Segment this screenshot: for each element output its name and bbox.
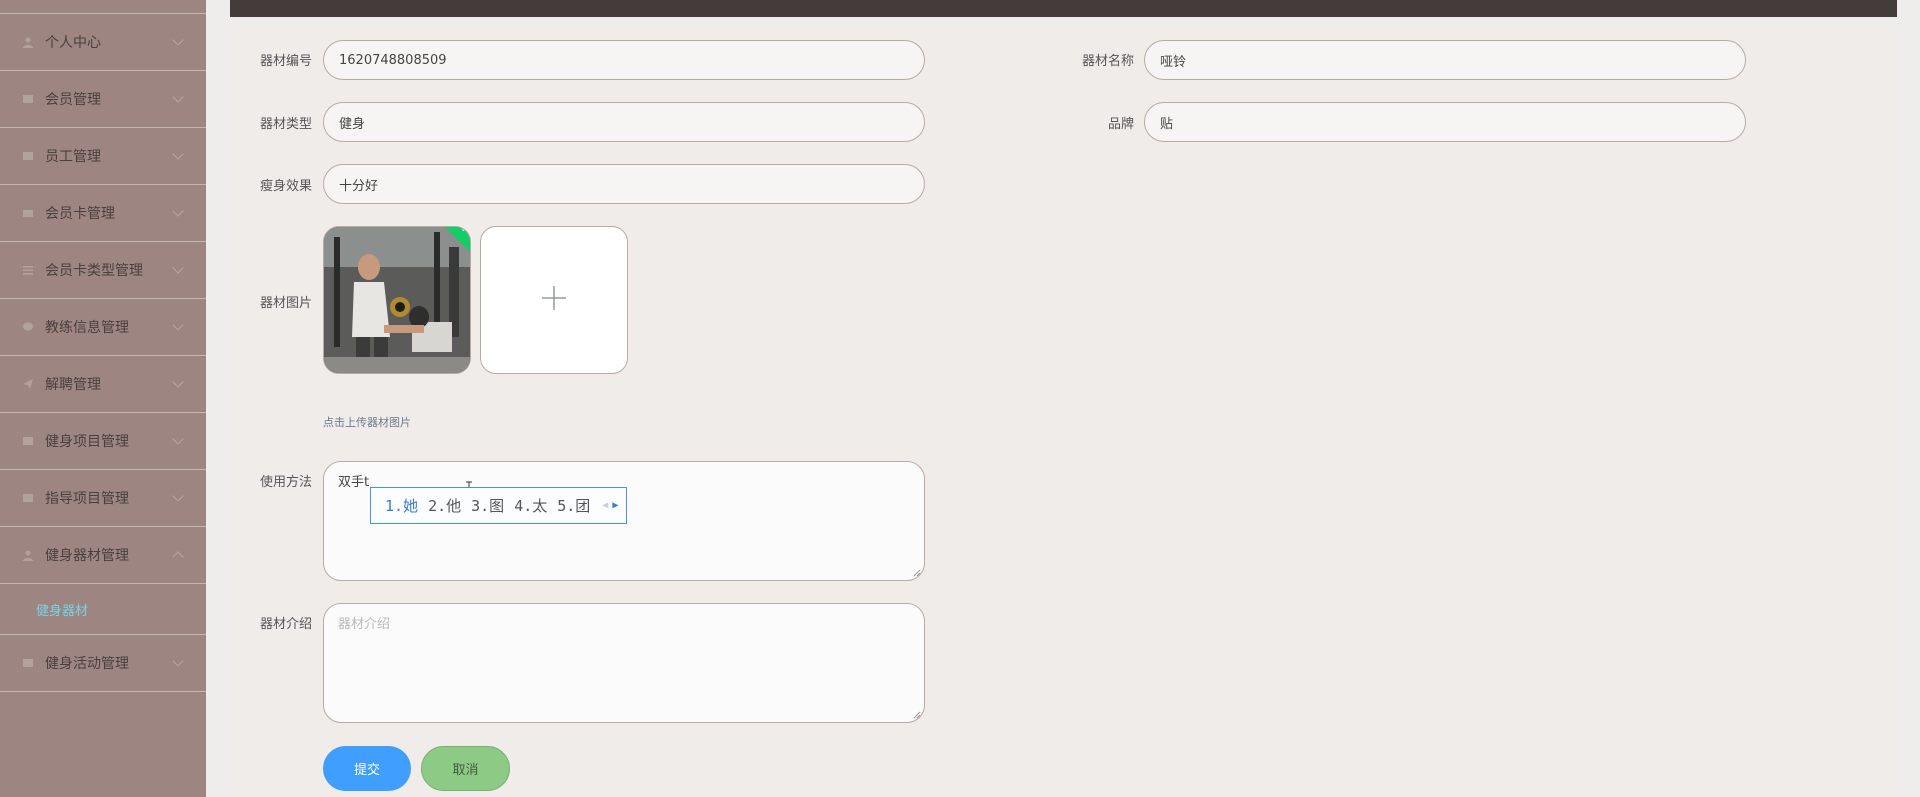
equipment-image-thumbnail[interactable]: ✓ bbox=[323, 226, 471, 374]
card-icon bbox=[22, 207, 34, 219]
intro-placeholder: 器材介绍 bbox=[338, 617, 391, 632]
equipment-name-value: 哑铃 bbox=[1160, 54, 1187, 70]
equipment-no-input[interactable]: 1620748808509 bbox=[323, 40, 925, 80]
sidebar-item-fitness-equipment-management[interactable]: 健身器材管理 bbox=[0, 527, 206, 584]
table-icon bbox=[22, 657, 34, 669]
sidebar-item-label: 会员卡类型管理 bbox=[45, 263, 143, 279]
upload-hint: 点击上传器材图片 bbox=[323, 416, 411, 429]
equipment-name-input[interactable]: 哑铃 bbox=[1144, 40, 1746, 80]
sidebar-item-fitness-activity-management[interactable]: 健身活动管理 bbox=[0, 635, 206, 692]
sidebar-item-label: 健身器材管理 bbox=[45, 548, 129, 564]
gym-photo bbox=[324, 227, 470, 373]
chevron-down-icon bbox=[172, 205, 184, 217]
intro-label: 器材介绍 bbox=[259, 617, 312, 632]
chevron-down-icon bbox=[172, 91, 184, 103]
send-icon bbox=[22, 378, 34, 390]
sidebar-item-label: 会员管理 bbox=[45, 92, 101, 108]
list-icon bbox=[22, 264, 34, 276]
sidebar-item-label: 指导项目管理 bbox=[45, 491, 129, 507]
slim-effect-label: 瘦身效果 bbox=[259, 179, 312, 194]
equipment-type-label: 器材类型 bbox=[259, 117, 312, 132]
sidebar-item-guidance-project-management[interactable]: 指导项目管理 bbox=[0, 470, 206, 527]
sidebar-item-coach-info-management[interactable]: 教练信息管理 bbox=[0, 299, 206, 356]
ime-candidate[interactable]: 1.她 bbox=[385, 495, 418, 516]
equipment-type-input[interactable]: 健身 bbox=[323, 102, 925, 142]
sidebar-item-label: 会员卡管理 bbox=[45, 206, 115, 222]
brand-value: 贴 bbox=[1160, 116, 1174, 132]
equipment-no-label: 器材编号 bbox=[259, 54, 312, 69]
image-upload-button[interactable] bbox=[480, 226, 628, 374]
resize-handle-icon[interactable] bbox=[913, 711, 921, 719]
submit-button[interactable]: 提交 bbox=[323, 746, 411, 791]
resize-handle-icon[interactable] bbox=[913, 569, 921, 577]
ime-next-page-icon[interactable]: ▶ bbox=[612, 500, 618, 511]
sidebar-item-fitness-project-management[interactable]: 健身项目管理 bbox=[0, 413, 206, 470]
user-icon bbox=[22, 36, 34, 48]
sidebar-item-label: 健身活动管理 bbox=[45, 656, 129, 672]
equipment-name-label: 器材名称 bbox=[1081, 54, 1134, 69]
ime-candidate[interactable]: 5.团 bbox=[557, 495, 590, 516]
sidebar-item-staff-management[interactable]: 员工管理 bbox=[0, 128, 206, 185]
chevron-down-icon bbox=[172, 490, 184, 502]
user-icon bbox=[22, 549, 34, 561]
chevron-down-icon bbox=[172, 34, 184, 46]
cancel-button[interactable]: 取消 bbox=[421, 746, 510, 791]
chevron-down-icon bbox=[172, 655, 184, 667]
slim-effect-value: 十分好 bbox=[339, 178, 379, 194]
table-icon bbox=[22, 150, 34, 162]
brand-label: 品牌 bbox=[1107, 117, 1134, 132]
sidebar-item-label: 教练信息管理 bbox=[45, 320, 129, 336]
slim-effect-input[interactable]: 十分好 bbox=[323, 164, 925, 204]
sidebar-item-member-management[interactable]: 会员管理 bbox=[0, 71, 206, 128]
ime-candidate[interactable]: 2.他 bbox=[428, 495, 461, 516]
check-icon: ✓ bbox=[460, 226, 470, 235]
ime-prev-page-icon[interactable]: ◀ bbox=[602, 500, 608, 511]
ime-candidate[interactable]: 3.图 bbox=[471, 495, 504, 516]
plus-icon bbox=[541, 280, 567, 320]
sidebar-item-personal-center[interactable]: 个人中心 bbox=[0, 14, 206, 71]
chevron-up-icon bbox=[172, 551, 184, 563]
sidebar-subitem-fitness-equipment[interactable]: 健身器材 bbox=[0, 584, 206, 635]
sidebar-item-card-type-management[interactable]: 会员卡类型管理 bbox=[0, 242, 206, 299]
top-bar bbox=[230, 0, 1897, 17]
table-icon bbox=[22, 93, 34, 105]
sidebar-item-dismissal-management[interactable]: 解聘管理 bbox=[0, 356, 206, 413]
sidebar-item-label: 健身项目管理 bbox=[45, 434, 129, 450]
chevron-down-icon bbox=[172, 376, 184, 388]
chevron-down-icon bbox=[172, 319, 184, 331]
usage-value: 双手t bbox=[338, 475, 370, 490]
table-icon bbox=[22, 492, 34, 504]
sidebar-item-label: 员工管理 bbox=[45, 149, 101, 165]
sidebar: 个人中心 会员管理 员工管理 会员卡管理 会员卡类型管理 教练信息管理 解聘管理… bbox=[0, 0, 206, 797]
sidebar-item-label: 个人中心 bbox=[45, 35, 101, 51]
equipment-type-value: 健身 bbox=[339, 116, 366, 132]
brand-input[interactable]: 贴 bbox=[1144, 102, 1746, 142]
ime-candidate[interactable]: 4.太 bbox=[514, 495, 547, 516]
chevron-down-icon bbox=[172, 433, 184, 445]
message-icon bbox=[22, 321, 34, 333]
equipment-image-label: 器材图片 bbox=[259, 296, 312, 311]
intro-textarea[interactable]: 器材介绍 bbox=[323, 603, 925, 723]
ime-candidate-window[interactable]: 1.她 2.他 3.图 4.太 5.团 ◀ ▶ bbox=[370, 487, 627, 524]
sidebar-item-member-card-management[interactable]: 会员卡管理 bbox=[0, 185, 206, 242]
chevron-down-icon bbox=[172, 148, 184, 160]
equipment-no-value: 1620748808509 bbox=[339, 52, 447, 68]
sidebar-item-label: 解聘管理 bbox=[45, 377, 101, 393]
table-icon bbox=[22, 435, 34, 447]
sidebar-subitem-label: 健身器材 bbox=[36, 603, 89, 619]
chevron-down-icon bbox=[172, 262, 184, 274]
usage-label: 使用方法 bbox=[259, 475, 312, 490]
